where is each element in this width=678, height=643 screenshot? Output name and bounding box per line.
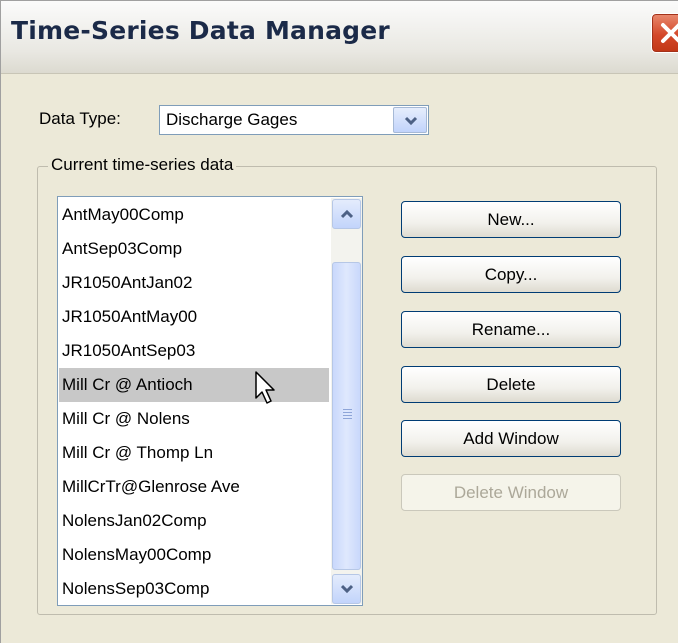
add-window-button[interactable]: Add Window [401, 420, 621, 457]
groupbox-title: Current time-series data [48, 155, 237, 175]
thumb-grip [343, 415, 352, 416]
time-series-data-manager-dialog: Time-Series Data Manager Data Type: Disc… [0, 0, 678, 643]
delete-button[interactable]: Delete [401, 366, 621, 403]
close-x-icon [661, 23, 678, 43]
scroll-thumb[interactable] [332, 262, 361, 570]
data-type-value: Discharge Gages [166, 110, 298, 129]
list-item[interactable]: NolensJan02Comp [59, 504, 329, 538]
list-item[interactable]: Mill Cr @ Nolens [59, 402, 329, 436]
list-item[interactable]: AntMay00Comp [59, 198, 329, 232]
list-item[interactable]: NolensSep03Comp [59, 572, 329, 605]
list-item[interactable]: AntSep03Comp [59, 232, 329, 266]
list-item[interactable]: Mill Cr @ Thomp Ln [59, 436, 329, 470]
window-title: Time-Series Data Manager [11, 16, 390, 45]
copy-button[interactable]: Copy... [401, 256, 621, 293]
scroll-down-button[interactable] [332, 574, 361, 604]
rename-button[interactable]: Rename... [401, 311, 621, 348]
chevron-down-icon [341, 584, 353, 594]
data-type-dropdown-button[interactable] [393, 107, 427, 133]
close-button[interactable] [651, 13, 678, 53]
data-type-label: Data Type: [39, 109, 121, 128]
chevron-up-icon [341, 209, 353, 219]
delete-window-button: Delete Window [401, 474, 621, 511]
new-button[interactable]: New... [401, 201, 621, 238]
thumb-grip [343, 412, 352, 413]
list-item[interactable]: NolensMay00Comp [59, 538, 329, 572]
list-item[interactable]: MillCrTr@Glenrose Ave [59, 470, 329, 504]
thumb-grip [343, 409, 352, 410]
thumb-grip [343, 418, 352, 419]
chevron-down-icon [404, 116, 418, 126]
scroll-up-button[interactable] [332, 199, 361, 229]
time-series-listbox[interactable]: AntMay00Comp AntSep03Comp JR1050AntJan02… [57, 196, 363, 606]
data-type-select[interactable]: Discharge Gages [159, 105, 429, 135]
list-item[interactable]: JR1050AntSep03 [59, 334, 329, 368]
list-item-selected[interactable]: Mill Cr @ Antioch [59, 368, 329, 402]
list-item[interactable]: JR1050AntMay00 [59, 300, 329, 334]
list-scrollbar[interactable] [331, 198, 362, 604]
list-item[interactable]: JR1050AntJan02 [59, 266, 329, 300]
mouse-pointer-icon [255, 371, 277, 412]
title-bar[interactable]: Time-Series Data Manager [1, 1, 678, 74]
